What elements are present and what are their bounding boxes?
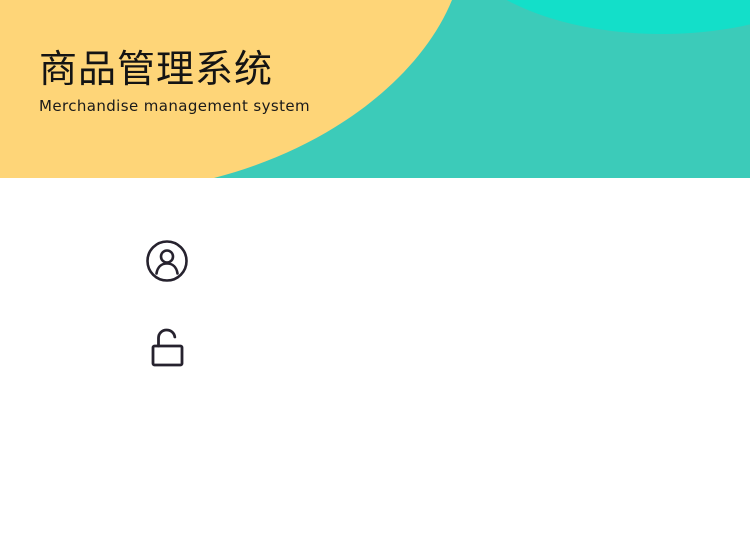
login-form xyxy=(0,178,750,548)
login-page: 商品管理系统 Merchandise management system xyxy=(0,0,750,548)
page-title: 商品管理系统 xyxy=(39,47,274,91)
password-field[interactable] xyxy=(140,321,600,373)
username-input[interactable] xyxy=(206,240,586,280)
user-icon xyxy=(146,240,188,282)
password-input[interactable] xyxy=(206,327,586,367)
username-field[interactable] xyxy=(140,234,600,286)
unlock-icon xyxy=(151,328,184,367)
header-banner: 商品管理系统 Merchandise management system xyxy=(0,0,750,178)
page-subtitle: Merchandise management system xyxy=(39,97,311,115)
